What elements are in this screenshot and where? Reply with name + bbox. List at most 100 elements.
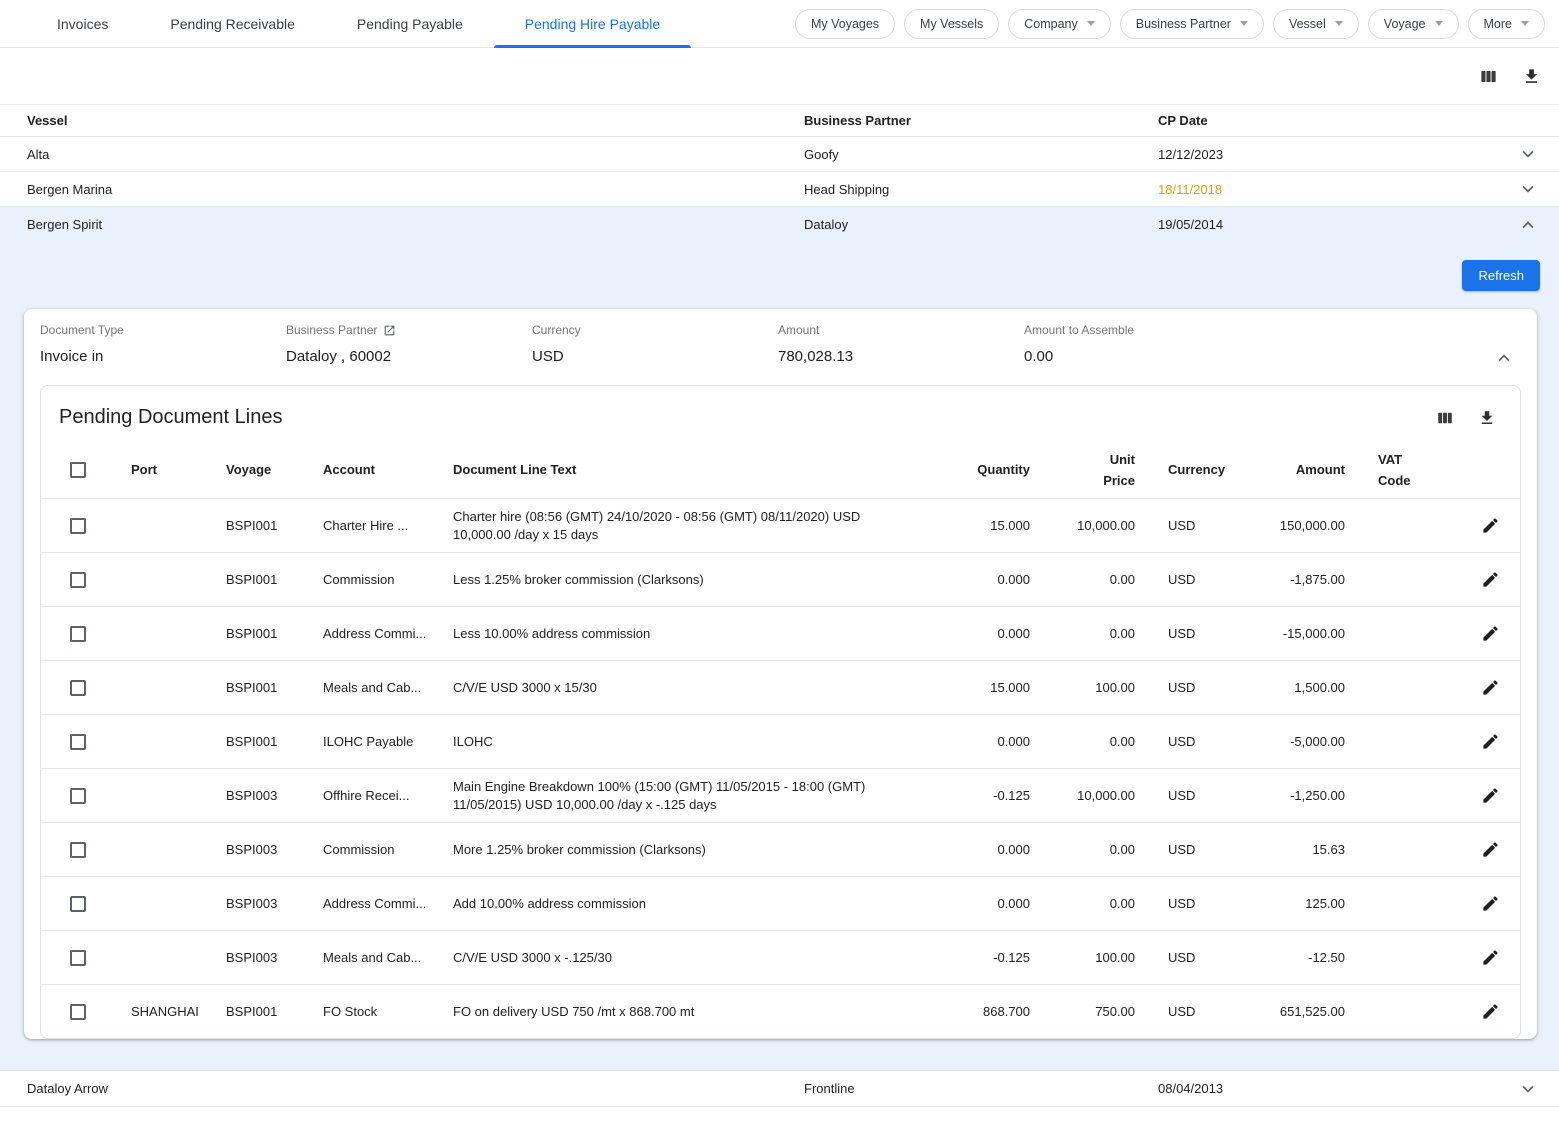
row-checkbox[interactable] [70,572,86,588]
row-checkbox[interactable] [70,734,86,750]
refresh-row: Refresh [0,242,1559,309]
chevron-down-icon [1087,21,1095,26]
voyage-cell: BSPI003 [226,895,323,913]
edit-cell [1461,620,1520,647]
download-icon[interactable] [1478,409,1496,427]
currency-cell: USD [1135,949,1221,967]
vessel-name: Bergen Marina [27,182,804,197]
voyage-cell: BSPI003 [226,949,323,967]
row-checkbox[interactable] [70,680,86,696]
currency-cell: USD [1135,787,1221,805]
col-header-unit-price-text: Unit Price [1093,449,1135,491]
tab-bar: InvoicesPending ReceivablePending Payabl… [0,0,1559,48]
edit-pencil-icon[interactable] [1477,782,1504,809]
document-type-field: Document Type Invoice in [40,323,286,365]
amount-cell: 651,525.00 [1221,1003,1371,1021]
business-partner-name: Goofy [804,147,1158,162]
edit-cell [1461,890,1520,917]
filter-chip-label: Company [1024,17,1078,31]
refresh-button[interactable]: Refresh [1462,260,1540,291]
edit-pencil-icon[interactable] [1477,566,1504,593]
currency-cell: USD [1135,841,1221,859]
cp-date: 18/11/2018 [1158,182,1517,197]
currency-cell: USD [1135,625,1221,643]
vessel-row[interactable]: Bergen Marina Head Shipping 18/11/2018 [0,172,1559,207]
row-checkbox[interactable] [70,788,86,804]
row-checkbox-cell [41,950,131,966]
document-line-text-cell: Add 10.00% address commission [453,895,920,913]
col-header-amount: Amount [1221,461,1371,479]
account-cell: Charter Hire ... [323,517,453,535]
columns-icon[interactable] [1479,67,1498,86]
quantity-cell: 0.000 [920,841,1030,859]
col-header-vessel: Vessel [27,113,804,128]
filter-chip-company[interactable]: Company [1008,9,1111,39]
document-line-text-cell: FO on delivery USD 750 /mt x 868.700 mt [453,1003,920,1021]
table-toolbar [0,48,1559,104]
edit-pencil-icon[interactable] [1477,944,1504,971]
edit-cell [1461,998,1520,1025]
edit-cell [1461,836,1520,863]
quantity-cell: 0.000 [920,895,1030,913]
filter-chip-label: My Vessels [920,17,983,31]
chevron-up-icon[interactable] [1493,347,1515,369]
tab-pending-receivable[interactable]: Pending Receivable [139,0,326,48]
business-partner-name: Frontline [804,1081,1158,1096]
currency-field: Currency USD [532,323,778,365]
quantity-cell: 15.000 [920,679,1030,697]
columns-icon[interactable] [1436,409,1454,427]
row-checkbox[interactable] [70,1004,86,1020]
edit-pencil-icon[interactable] [1477,512,1504,539]
filter-chip-more[interactable]: More [1468,9,1545,39]
vessel-row-expanded[interactable]: Bergen Spirit Dataloy 19/05/2014 [0,207,1559,242]
document-line-row: SHANGHAIBSPI001FO StockFO on delivery US… [41,984,1520,1038]
business-partner-name: Head Shipping [804,182,1158,197]
amount-label: Amount [778,323,1024,337]
vessel-row[interactable]: Dataloy Arrow Frontline 08/04/2013 [0,1070,1559,1107]
chevron-up-icon[interactable] [1517,214,1539,236]
row-checkbox[interactable] [70,950,86,966]
unit-price-cell: 100.00 [1030,949,1135,967]
filter-chip-my-vessels[interactable]: My Vessels [904,9,999,39]
filter-chip-my-voyages[interactable]: My Voyages [795,9,895,39]
row-checkbox[interactable] [70,626,86,642]
edit-pencil-icon[interactable] [1477,836,1504,863]
row-checkbox[interactable] [70,842,86,858]
currency-cell: USD [1135,895,1221,913]
chevron-down-icon[interactable] [1517,178,1539,200]
document-line-text-cell: C/V/E USD 3000 x -.125/30 [453,949,920,967]
lines-card-title: Pending Document Lines [59,406,282,429]
filter-chip-voyage[interactable]: Voyage [1368,9,1459,39]
chevron-down-icon[interactable] [1517,143,1539,165]
filter-chip-business-partner[interactable]: Business Partner [1120,9,1264,39]
tab-pending-hire-payable[interactable]: Pending Hire Payable [494,0,691,48]
tab-invoices[interactable]: Invoices [26,0,139,48]
row-checkbox[interactable] [70,896,86,912]
chevron-down-icon[interactable] [1517,1078,1539,1100]
voyage-cell: BSPI001 [226,571,323,589]
document-detail-card: Document Type Invoice in Business Partne… [24,309,1537,1039]
amount-cell: -5,000.00 [1221,733,1371,751]
col-header-account: Account [323,461,453,479]
currency-cell: USD [1135,1003,1221,1021]
download-icon[interactable] [1522,67,1541,86]
filter-chip-vessel[interactable]: Vessel [1273,9,1359,39]
select-all-checkbox[interactable] [70,462,86,478]
account-cell: Address Commi... [323,895,453,913]
vessel-row[interactable]: Alta Goofy 12/12/2023 [0,137,1559,172]
edit-pencil-icon[interactable] [1477,728,1504,755]
document-type-label: Document Type [40,323,286,337]
cp-date: 12/12/2023 [1158,147,1517,162]
edit-pencil-icon[interactable] [1477,890,1504,917]
business-partner-label: Business Partner [286,323,532,337]
edit-pencil-icon[interactable] [1477,620,1504,647]
tab-pending-payable[interactable]: Pending Payable [326,0,494,48]
row-checkbox[interactable] [70,518,86,534]
edit-pencil-icon[interactable] [1477,998,1504,1025]
amount-to-assemble-value: 0.00 [1024,348,1517,365]
col-header-unit-price: Unit Price [1030,449,1135,491]
open-in-new-icon[interactable] [383,324,396,337]
edit-pencil-icon[interactable] [1477,674,1504,701]
business-partner-label-text: Business Partner [286,323,377,337]
currency-cell: USD [1135,679,1221,697]
